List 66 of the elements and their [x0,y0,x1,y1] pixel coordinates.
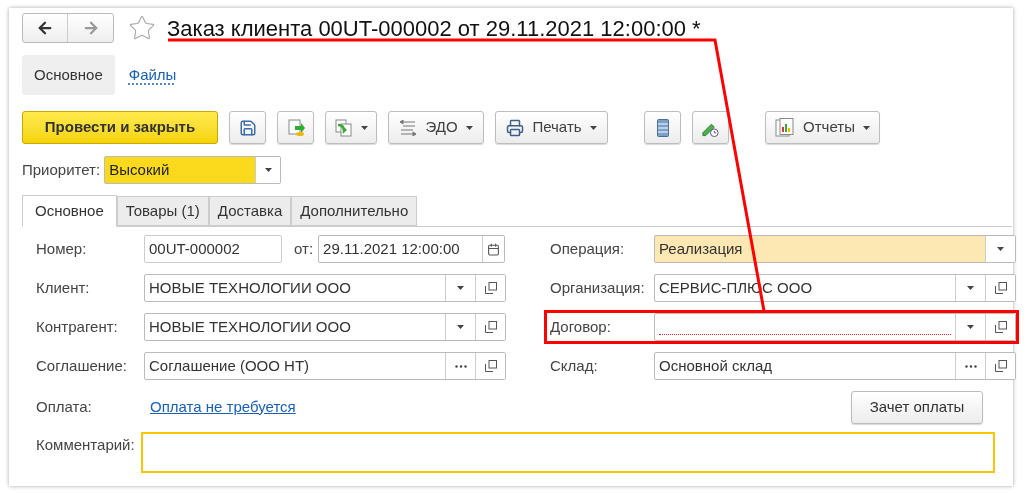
tab[interactable]: Доставка [208,196,292,226]
edo-button[interactable]: ЭДО [388,111,484,144]
field-label: Организация: [550,277,646,298]
list-icon [656,118,669,137]
field-label: Операция: [550,238,626,259]
report-chart-icon [775,117,796,138]
post-button[interactable] [277,111,314,144]
more-icon [454,364,467,368]
open-icon [484,321,497,333]
create-based-button[interactable] [325,111,377,144]
caret-icon [967,286,974,290]
field-label: Склад: [550,355,599,376]
caret-icon [360,125,368,130]
caret-icon [264,168,272,172]
comment-label: Комментарий: [36,435,136,455]
caret-icon [457,286,464,290]
more-icon [964,364,977,368]
open-icon [484,360,497,372]
tab[interactable]: Основное [22,195,117,227]
caret-icon [465,125,473,130]
favorite-star-icon[interactable] [128,14,156,42]
select-field[interactable]: НОВЫЕ ТЕХНОЛОГИИ ООО [144,274,506,302]
field-label: Договор: [550,316,612,337]
list-button[interactable] [644,111,681,144]
open-icon [994,360,1007,372]
section-tab[interactable]: Файлы [116,55,189,95]
caret-icon [862,125,870,130]
choice-field[interactable]: Основной склад [654,352,1016,380]
open-icon [994,282,1007,294]
post-and-close-button[interactable]: Провести и закрыть [22,111,218,144]
caret-icon [457,325,464,329]
section-tab[interactable]: Основное [22,55,115,95]
select-field[interactable] [654,313,1016,341]
exchange-icon [399,119,418,136]
payment-label: Оплата: [36,396,93,417]
documents-arrow-icon [334,118,353,137]
comment-field[interactable] [141,432,995,473]
payment-offset-button[interactable]: Зачет оплаты [851,390,983,424]
caret-icon [997,247,1004,251]
field-label: Номер: [36,238,88,259]
calendar-icon [487,242,501,256]
print-button[interactable]: Печать [495,111,608,144]
open-icon [994,321,1007,333]
field-label: Контрагент: [36,316,119,337]
open-icon [484,282,497,294]
edit-history-button[interactable] [692,111,729,144]
window-title: Заказ клиента 00UT-000002 от 29.11.2021 12:00:00 * [167,14,701,43]
number-field[interactable]: 00UT-000002 [144,235,282,263]
field-label: Соглашение: [36,355,128,376]
caret-icon [967,325,974,329]
priority-label: Приоритет: [22,159,101,180]
reports-button[interactable]: Отчеты [765,111,880,144]
tab[interactable]: Товары (1) [116,196,209,226]
select-field[interactable]: НОВЫЕ ТЕХНОЛОГИИ ООО [144,313,506,341]
save-button[interactable] [229,111,266,144]
date-field[interactable]: 29.11.2021 12:00:00 [318,235,506,263]
tab[interactable]: Дополнительно [291,196,418,226]
field-label: Клиент: [36,277,91,298]
priority-select[interactable]: Высокий [104,156,282,184]
payment-link[interactable]: Оплата не требуется [150,395,296,419]
select-field[interactable]: Реализация [654,235,1016,263]
caret-icon [589,125,597,130]
printer-icon [506,118,525,137]
document-arrow-icon [286,118,305,137]
choice-field[interactable]: Соглашение (ООО НТ) [144,352,506,380]
date-label: от: [294,238,314,259]
